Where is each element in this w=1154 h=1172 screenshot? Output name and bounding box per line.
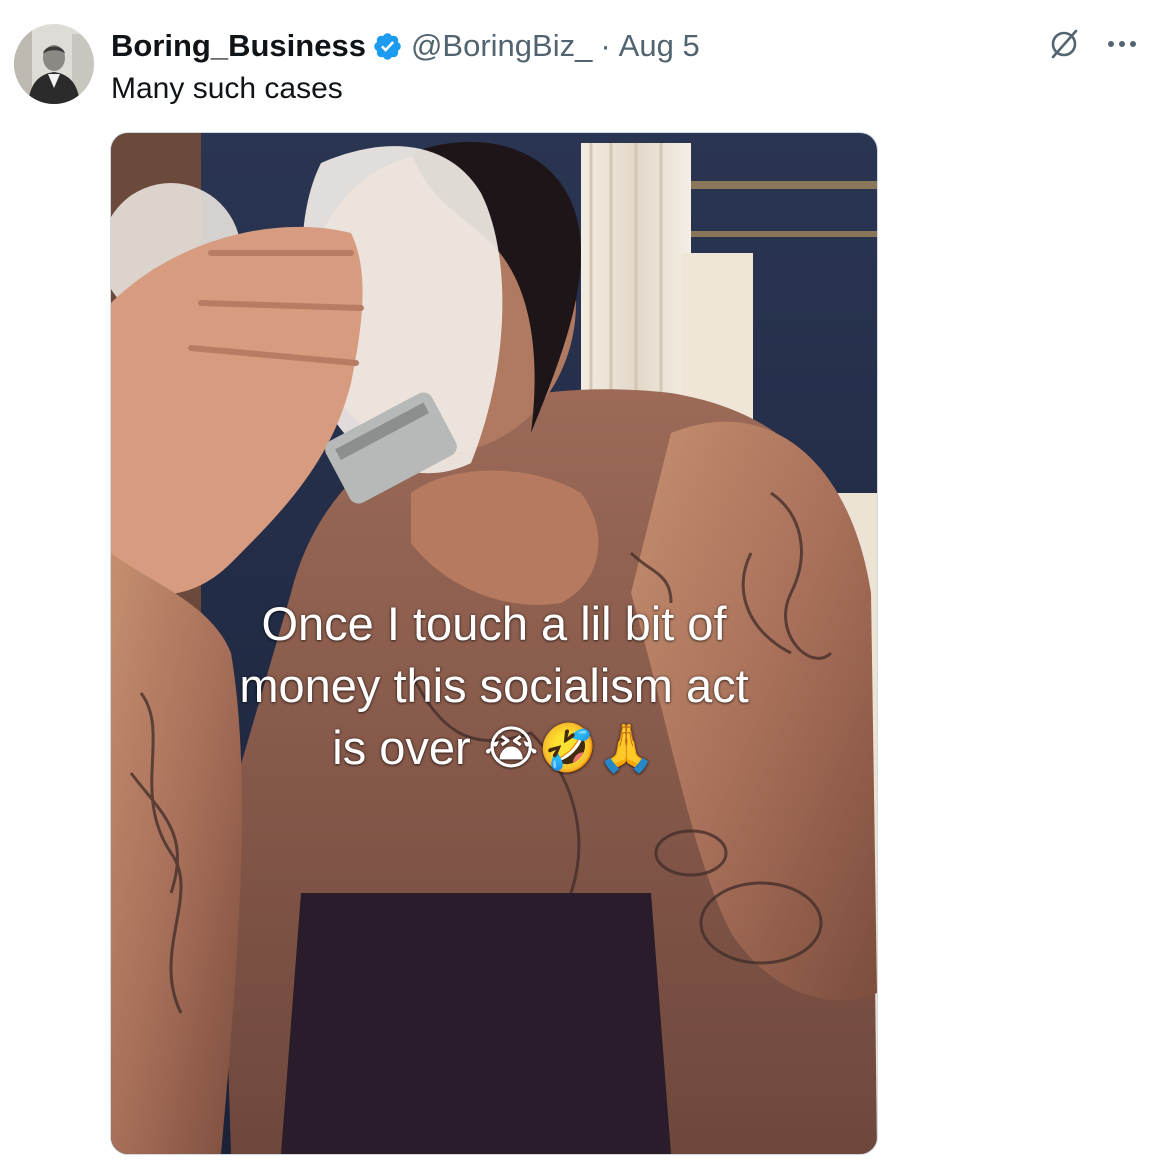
grok-icon[interactable] <box>1044 24 1084 64</box>
tweet-top-actions <box>1044 24 1142 64</box>
video-caption-overlay: Once I touch a lil bit of money this soc… <box>111 593 877 779</box>
tweet-date[interactable]: Aug 5 <box>619 28 700 64</box>
tweet-media-video[interactable]: Once I touch a lil bit of money this soc… <box>110 132 878 1155</box>
author-handle[interactable]: @BoringBiz_ <box>411 28 592 64</box>
author-display-name[interactable]: Boring_Business <box>111 28 366 64</box>
tweet-text: Many such cases <box>111 72 343 105</box>
author-avatar[interactable] <box>14 24 94 104</box>
tweet-card[interactable]: Boring_Business @BoringBiz_ · Aug 5 Many… <box>0 0 1154 1172</box>
header-separator: · <box>600 28 611 63</box>
caption-line-1: Once I touch a lil bit of <box>261 597 727 650</box>
caption-line-3: is over 😭🤣🙏 <box>332 721 656 774</box>
avatar-photo <box>14 24 94 104</box>
caption-line-2: money this socialism act <box>239 659 749 712</box>
verified-badge-icon[interactable] <box>372 31 403 62</box>
more-options-icon[interactable] <box>1102 24 1142 64</box>
tweet-header: Boring_Business @BoringBiz_ · Aug 5 <box>111 26 700 66</box>
